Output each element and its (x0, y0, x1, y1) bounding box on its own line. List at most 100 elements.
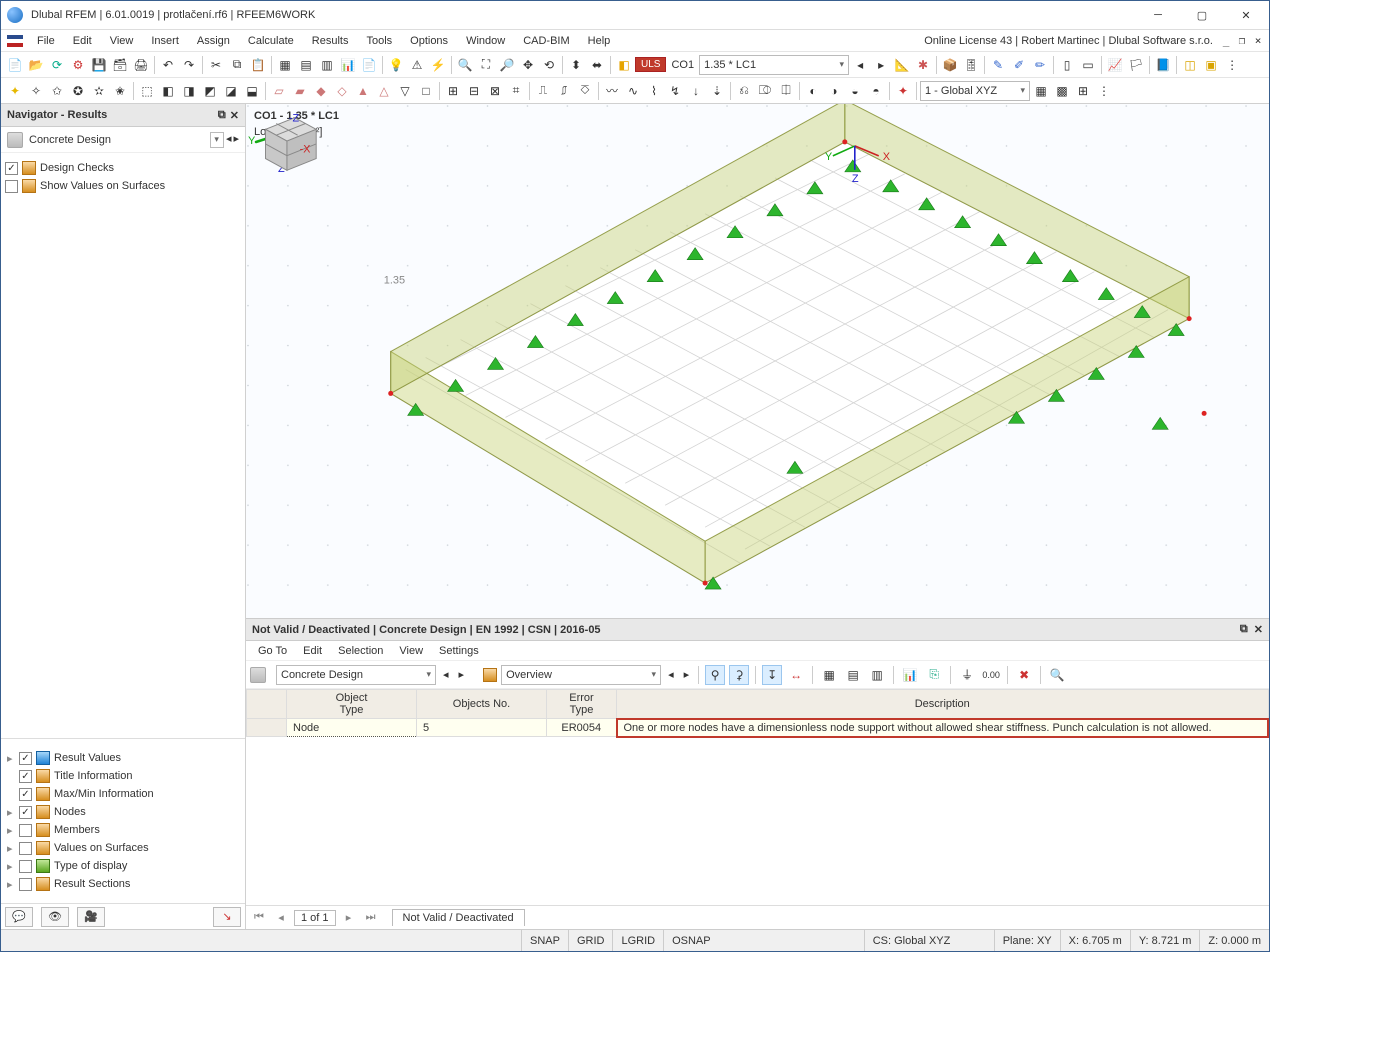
star3-icon[interactable]: ✩ (47, 81, 67, 101)
decimal-icon[interactable]: 0.00 (981, 665, 1001, 685)
tab-eye-icon[interactable]: 👁 (41, 907, 69, 927)
star6-icon[interactable]: ✬ (110, 81, 130, 101)
save-icon[interactable]: 💾 (89, 55, 109, 75)
rp-selection[interactable]: Selection (332, 645, 389, 657)
sb-osnap[interactable]: OSNAP (663, 930, 719, 951)
btn-a-icon[interactable]: ⬚ (137, 81, 157, 101)
menu-window[interactable]: Window (458, 33, 513, 49)
group-icon[interactable]: ▭ (1078, 55, 1098, 75)
mdi-restore[interactable]: ❐ (1237, 34, 1247, 47)
warning-icon[interactable]: ⚠ (407, 55, 427, 75)
g1-icon[interactable]: ⎌ (734, 81, 754, 101)
menu-options[interactable]: Options (402, 33, 456, 49)
filter1-icon[interactable]: ⚲ (705, 665, 725, 685)
book-icon[interactable]: 📘 (1153, 55, 1173, 75)
square-icon[interactable]: ◧ (614, 55, 634, 75)
saveall-icon[interactable]: 🗃 (110, 55, 130, 75)
rp-c2-next[interactable]: ▸ (681, 668, 693, 681)
show-values-checkbox[interactable] (5, 180, 18, 193)
tod-label[interactable]: Type of display (54, 860, 127, 872)
tod-checkbox[interactable] (19, 860, 32, 873)
g2-icon[interactable]: ⎄ (755, 81, 775, 101)
mm-label[interactable]: Max/Min Information (54, 788, 154, 800)
light-icon[interactable]: 💡 (386, 55, 406, 75)
flag2-icon[interactable]: 🏳 (1126, 55, 1146, 75)
w6-icon[interactable]: ⇣ (707, 81, 727, 101)
close-button[interactable]: ✕ (1233, 5, 1259, 25)
star1-icon[interactable]: ✦ (5, 81, 25, 101)
rs-label[interactable]: Result Sections (54, 878, 130, 890)
t4-icon[interactable]: ⌗ (506, 81, 526, 101)
paste-icon[interactable]: 📋 (248, 55, 268, 75)
scale-icon[interactable]: 📐 (892, 55, 912, 75)
t3-icon[interactable]: ⊠ (485, 81, 505, 101)
btn-d-icon[interactable]: ◩ (200, 81, 220, 101)
graph-icon[interactable]: 📈 (1105, 55, 1125, 75)
sb-snap[interactable]: SNAP (521, 930, 568, 951)
rotate-icon[interactable]: ⟲ (539, 55, 559, 75)
filter2-icon[interactable]: ⚳ (729, 665, 749, 685)
col-objects-no[interactable]: Objects No. (417, 690, 547, 719)
p2-icon[interactable]: ◑ (824, 81, 844, 101)
btn-e-icon[interactable]: ◪ (221, 81, 241, 101)
arrow-range-icon[interactable]: ↔ (786, 665, 806, 685)
undo-icon[interactable]: ↶ (158, 55, 178, 75)
help-icon[interactable]: 🔍 (1047, 665, 1067, 685)
rp-pin-icon[interactable]: ⧉ (1240, 623, 1248, 636)
grid1-icon[interactable]: ▦ (819, 665, 839, 685)
design-checks-label[interactable]: Design Checks (40, 162, 114, 174)
sec2-icon[interactable]: ▰ (290, 81, 310, 101)
menu-edit[interactable]: Edit (65, 33, 100, 49)
table-icon[interactable]: ▤ (296, 55, 316, 75)
col-object-type[interactable]: Object Type (287, 690, 417, 719)
cut-icon[interactable]: ✂ (206, 55, 226, 75)
d3-icon[interactable]: ⎏ (575, 81, 595, 101)
col-description[interactable]: Description (617, 690, 1269, 719)
star2-icon[interactable]: ✧ (26, 81, 46, 101)
grid2b-icon[interactable]: ▤ (843, 665, 863, 685)
p3-icon[interactable]: ◒ (845, 81, 865, 101)
btn-b-icon[interactable]: ◧ (158, 81, 178, 101)
viewport-3d[interactable]: CO1 - 1.35 * LC1 Loads [kN/m²] (246, 104, 1269, 619)
g3-icon[interactable]: ⎅ (776, 81, 796, 101)
p1-icon[interactable]: ◐ (803, 81, 823, 101)
grid3-icon[interactable]: ⊞ (1073, 81, 1093, 101)
bolt-icon[interactable]: ⚡ (428, 55, 448, 75)
menu-calculate[interactable]: Calculate (240, 33, 302, 49)
chart-icon[interactable]: 📊 (900, 665, 920, 685)
col-error-type[interactable]: Error Type (547, 690, 617, 719)
window-icon[interactable]: ▦ (275, 55, 295, 75)
menu-insert[interactable]: Insert (143, 33, 187, 49)
w5-icon[interactable]: ↓ (686, 81, 706, 101)
view-cube[interactable]: -X -Z (246, 104, 324, 182)
cd-combo[interactable] (210, 132, 224, 148)
open-icon[interactable]: 📂 (26, 55, 46, 75)
rp-c1-next[interactable]: ▸ (456, 668, 468, 681)
print-icon[interactable]: 🖨 (131, 55, 151, 75)
rp-combo2[interactable]: Overview (501, 665, 661, 685)
sheet-icon[interactable]: ▥ (317, 55, 337, 75)
d2-icon[interactable]: ⎎ (554, 81, 574, 101)
more2-icon[interactable]: ⋮ (1094, 81, 1114, 101)
more-icon[interactable]: ⋮ (1222, 55, 1242, 75)
w3-icon[interactable]: ⌇ (644, 81, 664, 101)
gear-icon[interactable]: ⚙ (68, 55, 88, 75)
zoom-icon[interactable]: 🔍 (455, 55, 475, 75)
members-checkbox[interactable] (19, 824, 32, 837)
members-label[interactable]: Members (54, 824, 100, 836)
export-icon[interactable]: ⎘ (924, 665, 944, 685)
funnel-icon[interactable]: ⏚ (957, 665, 977, 685)
sec7-icon[interactable]: ▽ (395, 81, 415, 101)
tab-msg-icon[interactable]: 💬 (5, 907, 33, 927)
rp-goto[interactable]: Go To (252, 645, 293, 657)
rp-c1-prev[interactable]: ◂ (440, 668, 452, 681)
sec4-icon[interactable]: ◇ (332, 81, 352, 101)
rp-c2-prev[interactable]: ◂ (665, 668, 677, 681)
box-icon[interactable]: 📦 (940, 55, 960, 75)
menu-assign[interactable]: Assign (189, 33, 238, 49)
copy-icon[interactable]: ⧉ (227, 55, 247, 75)
tab-cam-icon[interactable]: 🎥 (77, 907, 105, 927)
w1-icon[interactable]: 〰 (602, 81, 622, 101)
clear-icon[interactable]: ✖ (1014, 665, 1034, 685)
next-icon[interactable]: ▸ (871, 55, 891, 75)
